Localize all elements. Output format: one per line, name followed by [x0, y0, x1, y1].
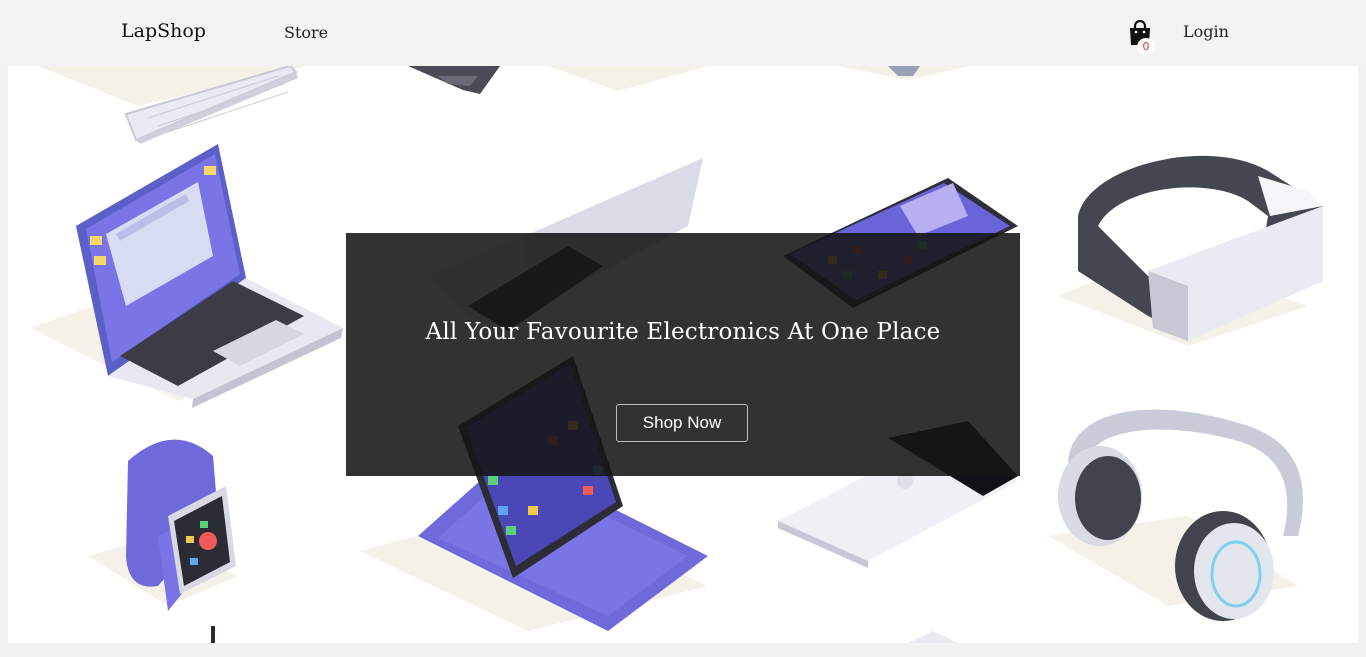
laptop-illustration [76, 144, 343, 408]
headphones-illustration [1058, 409, 1303, 621]
shop-now-button[interactable]: Shop Now [616, 404, 748, 442]
nav-link-login[interactable]: Login [1183, 22, 1229, 41]
brand-logo-link[interactable]: LapShop [121, 20, 206, 42]
cart-count-badge: 0 [1137, 38, 1155, 56]
cart-button[interactable]: 0 [1128, 20, 1156, 58]
navbar: LapShop Store 0 Login [0, 0, 1366, 66]
hero-headline: All Your Favourite Electronics At One Pl… [425, 319, 941, 345]
nav-link-store[interactable]: Store [284, 23, 328, 42]
smartwatch-illustration [126, 439, 236, 611]
hero-banner: All Your Favourite Electronics At One Pl… [8, 66, 1358, 643]
hero-overlay: All Your Favourite Electronics At One Pl… [346, 233, 1020, 476]
